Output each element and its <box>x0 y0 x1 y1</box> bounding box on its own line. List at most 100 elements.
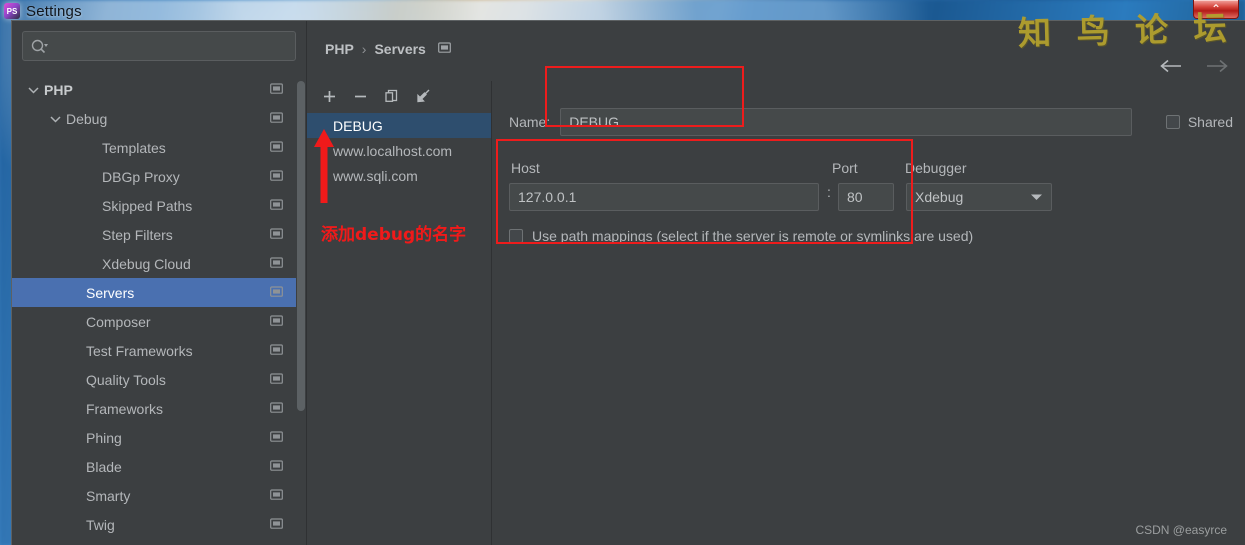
close-window-button[interactable]: ⌃ <box>1193 0 1239 19</box>
sidebar-item-php[interactable]: PHP <box>12 75 306 104</box>
import-arrow-icon[interactable] <box>414 88 431 105</box>
remove-server-button[interactable] <box>352 88 369 105</box>
sidebar-item-debug[interactable]: Debug <box>12 104 306 133</box>
screen-icon <box>270 314 284 329</box>
screen-icon <box>270 140 284 155</box>
settings-tree: PHP Debug Templates DBGp Proxy Skipped Paths… <box>12 75 306 539</box>
search-box[interactable] <box>22 31 296 61</box>
sidebar-item-label: Step Filters <box>102 226 173 243</box>
chevron-down-icon[interactable] <box>48 112 62 126</box>
server-list-column: DEBUG www.localhost.com www.sqli.com 添加deb… <box>307 81 492 545</box>
red-up-arrow-icon <box>313 129 335 203</box>
port-input[interactable]: 80 <box>838 183 894 211</box>
sidebar-item-label: Servers <box>86 284 135 301</box>
csdn-watermark: CSDN @easyrce <box>1135 523 1227 537</box>
search-input[interactable] <box>48 38 287 54</box>
sidebar-item-label: Test Frameworks <box>86 342 193 359</box>
window-title-bar: PS Settings ⌃ <box>0 0 1245 22</box>
annotation-note: 添加debug的名字 <box>321 225 467 245</box>
debugger-selected-value: Xdebug <box>915 189 964 205</box>
window-title: Settings <box>26 2 82 20</box>
sidebar-item-test-frameworks[interactable]: Test Frameworks <box>12 336 306 365</box>
sidebar-item-servers[interactable]: Servers <box>12 278 306 307</box>
add-server-button[interactable] <box>321 88 338 105</box>
screen-icon <box>270 430 284 445</box>
shared-label: Shared <box>1187 114 1233 130</box>
sidebar-item-label: DBGp Proxy <box>102 168 180 185</box>
settings-content: PHP › Servers DEBUG www.localhost.com ww… <box>306 21 1245 545</box>
screen-icon <box>270 111 284 126</box>
path-mappings-checkbox[interactable] <box>509 229 523 243</box>
sidebar-item-blade[interactable]: Blade <box>12 452 306 481</box>
arrow-right-icon[interactable] <box>1205 59 1229 73</box>
sidebar-item-composer[interactable]: Composer <box>12 307 306 336</box>
screen-icon <box>437 41 451 57</box>
arrow-left-icon[interactable] <box>1159 59 1183 73</box>
screen-icon <box>270 459 284 474</box>
path-mappings-row[interactable]: Use path mappings (select if the server … <box>509 228 973 244</box>
sidebar-item-smarty[interactable]: Smarty <box>12 481 306 510</box>
sidebar-item-label: Composer <box>86 313 151 330</box>
sidebar-item-quality-tools[interactable]: Quality Tools <box>12 365 306 394</box>
chevron-down-icon[interactable] <box>26 83 40 97</box>
search-container <box>12 21 306 71</box>
screen-icon <box>270 256 284 271</box>
screen-icon <box>270 488 284 503</box>
sidebar-item-xdebug-cloud[interactable]: Xdebug Cloud <box>12 249 306 278</box>
sidebar-item-skipped-paths[interactable]: Skipped Paths <box>12 191 306 220</box>
breadcrumb: PHP › Servers <box>325 41 451 57</box>
screen-icon <box>270 372 284 387</box>
breadcrumb-separator: › <box>361 41 367 57</box>
breadcrumb-root[interactable]: PHP <box>325 41 354 57</box>
shared-checkbox-row[interactable]: Shared <box>1165 114 1233 130</box>
sidebar-item-label: Smarty <box>86 487 131 504</box>
sidebar-item-label: Xdebug Cloud <box>102 255 191 272</box>
sidebar-item-phing[interactable]: Phing <box>12 423 306 452</box>
screen-icon <box>270 198 284 213</box>
search-icon <box>31 39 48 54</box>
sidebar-item-step-filters[interactable]: Step Filters <box>12 220 306 249</box>
sidebar-item-dbgp-proxy[interactable]: DBGp Proxy <box>12 162 306 191</box>
sidebar-item-label: Skipped Paths <box>102 197 193 214</box>
navigation-arrows <box>1159 59 1229 73</box>
debugger-label: Debugger <box>905 160 967 176</box>
screen-icon <box>270 343 284 358</box>
shared-checkbox[interactable] <box>1165 115 1180 129</box>
port-label: Port <box>832 160 858 176</box>
screen-icon <box>270 227 284 242</box>
server-toolbar <box>307 81 491 111</box>
sidebar-scrollbar-track[interactable] <box>296 51 306 545</box>
host-input[interactable]: 127.0.0.1 <box>509 183 819 211</box>
host-port-separator: : <box>827 184 831 200</box>
debugger-select[interactable]: Xdebug <box>906 183 1052 211</box>
chevron-down-icon <box>1030 193 1043 201</box>
sidebar-item-label: Phing <box>86 429 122 446</box>
sidebar-item-label: Templates <box>102 139 166 156</box>
sidebar-item-templates[interactable]: Templates <box>12 133 306 162</box>
screen-icon <box>270 82 284 97</box>
name-input[interactable]: DEBUG <box>560 108 1132 136</box>
host-label: Host <box>511 160 540 176</box>
sidebar-item-twig[interactable]: Twig <box>12 510 306 539</box>
screen-icon <box>270 401 284 416</box>
sidebar-scrollbar-thumb[interactable] <box>297 81 305 411</box>
sidebar-item-frameworks[interactable]: Frameworks <box>12 394 306 423</box>
copy-icon[interactable] <box>383 88 400 105</box>
settings-dialog: PHP Debug Templates DBGp Proxy Skipped Paths… <box>11 20 1245 545</box>
path-mappings-label: Use path mappings (select if the server … <box>532 228 974 244</box>
name-label: Name: <box>509 114 551 130</box>
phpstorm-icon: PS <box>4 3 20 19</box>
